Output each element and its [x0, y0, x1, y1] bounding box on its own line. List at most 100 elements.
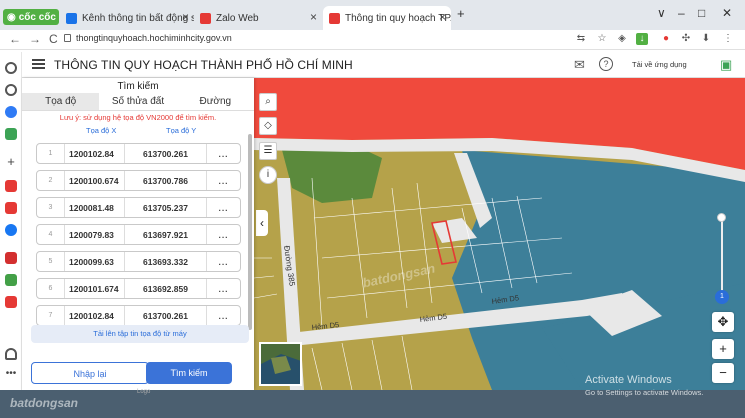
game-icon[interactable]: [5, 128, 17, 140]
shield-icon[interactable]: ◈: [616, 33, 628, 45]
x-input[interactable]: 1200079.83: [65, 225, 125, 244]
more-icon[interactable]: •••: [5, 369, 17, 382]
brand-label: cốc cốc: [18, 11, 56, 23]
messenger-icon[interactable]: [5, 106, 17, 118]
page-title: THÔNG TIN QUY HOẠCH THÀNH PHỐ HỒ CHÍ MIN…: [54, 58, 353, 72]
tab-zalo[interactable]: Zalo Web ×: [194, 6, 322, 30]
star-icon[interactable]: ☆: [596, 33, 608, 45]
x-input[interactable]: 1200100.674: [65, 171, 125, 190]
y-input[interactable]: 613697.921: [125, 225, 207, 244]
list-scrollbar[interactable]: [248, 134, 252, 330]
tab-coordinates[interactable]: Tọa độ: [22, 93, 100, 110]
reload-icon[interactable]: C: [49, 32, 58, 46]
y-input[interactable]: 613693.332: [125, 252, 207, 271]
tab-title: Thông tin quy hoạch TP.HCM: [345, 12, 451, 24]
row-menu-button[interactable]: ...: [207, 257, 240, 267]
x-input[interactable]: 1200081.48: [65, 198, 125, 217]
close-icon[interactable]: ×: [310, 10, 317, 24]
bottom-watermark: batdongsan: [10, 396, 78, 410]
zoom-level-badge: 1: [715, 290, 729, 304]
zoom-slider-track[interactable]: [721, 216, 723, 296]
y-input[interactable]: 613700.261: [125, 306, 207, 325]
youtube-icon[interactable]: [5, 202, 17, 214]
zalo-icon: [200, 12, 211, 24]
browser-sidebar: + •••: [0, 52, 22, 392]
x-input[interactable]: 1200102.84: [65, 306, 125, 325]
minimize-button[interactable]: –: [678, 6, 685, 20]
zoom-out-button[interactable]: −: [712, 363, 734, 383]
tab-list-button[interactable]: ∨: [657, 6, 666, 20]
youtube-icon[interactable]: [5, 180, 17, 192]
bell-icon[interactable]: [5, 348, 17, 360]
tab-parcel-number[interactable]: Số thửa đất: [99, 93, 176, 110]
tab-title: Zalo Web: [216, 12, 259, 24]
row-menu-button[interactable]: ...: [207, 311, 240, 321]
row-menu-button[interactable]: ...: [207, 203, 240, 213]
add-icon[interactable]: +: [5, 155, 17, 168]
locate-button[interactable]: ✥: [712, 312, 734, 332]
coordinate-row: 4 1200079.83 613697.921 ...: [36, 224, 241, 245]
panel-title: Tìm kiếm: [117, 81, 159, 92]
url-field[interactable]: thongtinquyhoach.hochiminhcity.gov.vn: [76, 33, 232, 43]
y-input[interactable]: 613700.261: [125, 144, 207, 163]
facebook-icon[interactable]: [5, 224, 17, 236]
list-icon[interactable]: ☰: [259, 142, 277, 160]
house-icon: [66, 12, 77, 24]
y-input[interactable]: 613705.237: [125, 198, 207, 217]
close-window-button[interactable]: ✕: [722, 6, 732, 20]
tab-quyhoach[interactable]: Thông tin quy hoạch TP.HCM ×: [323, 6, 451, 30]
row-index: 4: [37, 225, 65, 244]
row-menu-button[interactable]: ...: [207, 149, 240, 159]
coordinate-row: 3 1200081.48 613705.237 ...: [36, 197, 241, 218]
info-icon[interactable]: i: [259, 166, 277, 184]
y-input[interactable]: 613700.786: [125, 171, 207, 190]
quyhoach-icon: [329, 12, 340, 24]
search-panel: Tìm kiếm Tọa độ Số thửa đất Đường Lưu ý:…: [22, 78, 254, 390]
row-index: 1: [37, 144, 65, 163]
tab-strip: ◉ cốc cốc Kênh thông tin bất động sản × …: [0, 0, 745, 30]
minimap[interactable]: [259, 342, 302, 386]
android-icon[interactable]: ▣: [720, 57, 732, 73]
row-menu-button[interactable]: ...: [207, 230, 240, 240]
maximize-button[interactable]: □: [698, 6, 705, 20]
x-input[interactable]: 1200102.84: [65, 144, 125, 163]
translate-icon[interactable]: ⇆: [575, 33, 587, 45]
close-icon[interactable]: ×: [439, 10, 446, 24]
x-input[interactable]: 1200099.63: [65, 252, 125, 271]
mail-icon[interactable]: ✉: [574, 57, 585, 73]
extension-coccoc-icon[interactable]: ●: [660, 33, 672, 45]
help-icon[interactable]: ?: [599, 57, 613, 71]
zoom-slider-handle[interactable]: [717, 213, 726, 222]
new-tab-button[interactable]: +: [457, 6, 465, 21]
x-input[interactable]: 1200101.674: [65, 279, 125, 298]
layers-icon[interactable]: ◇: [259, 117, 277, 135]
forward-icon[interactable]: →: [29, 32, 41, 46]
zoom-in-button[interactable]: +: [712, 339, 734, 359]
search-map-icon[interactable]: ⌕: [259, 93, 277, 111]
history-icon[interactable]: [5, 84, 17, 96]
tab-street[interactable]: Đường: [177, 93, 254, 110]
reset-button[interactable]: Nhập lại: [31, 362, 149, 384]
settings-icon[interactable]: [5, 62, 17, 74]
coccoc-logo[interactable]: ◉ cốc cốc: [3, 9, 59, 25]
close-icon[interactable]: ×: [182, 10, 189, 24]
coccoc-icon: ◉: [7, 11, 16, 23]
download-manager-icon[interactable]: ⬇: [700, 33, 712, 45]
news-icon[interactable]: [5, 274, 17, 286]
upload-coordinates-button[interactable]: Tải lên tập tin tọa độ từ máy: [31, 325, 249, 343]
puzzle-icon[interactable]: ✣: [680, 33, 692, 45]
row-menu-button[interactable]: ...: [207, 284, 240, 294]
search-button[interactable]: Tìm kiếm: [146, 362, 232, 384]
app-download-label: Tải về ứng dụng: [632, 60, 687, 69]
menu-icon[interactable]: ⋮: [722, 33, 734, 45]
column-header-x: Tọa độ X: [86, 126, 117, 135]
collapse-panel-button[interactable]: ‹: [256, 210, 268, 236]
download-icon[interactable]: ↓: [636, 33, 648, 45]
back-icon[interactable]: ←: [9, 32, 21, 46]
tab-batdongsan[interactable]: Kênh thông tin bất động sản ×: [60, 6, 194, 30]
hamburger-icon[interactable]: [32, 59, 45, 69]
row-menu-button[interactable]: ...: [207, 176, 240, 186]
video-icon[interactable]: [5, 296, 17, 308]
y-input[interactable]: 613692.859: [125, 279, 207, 298]
vtv-icon[interactable]: [5, 252, 17, 264]
